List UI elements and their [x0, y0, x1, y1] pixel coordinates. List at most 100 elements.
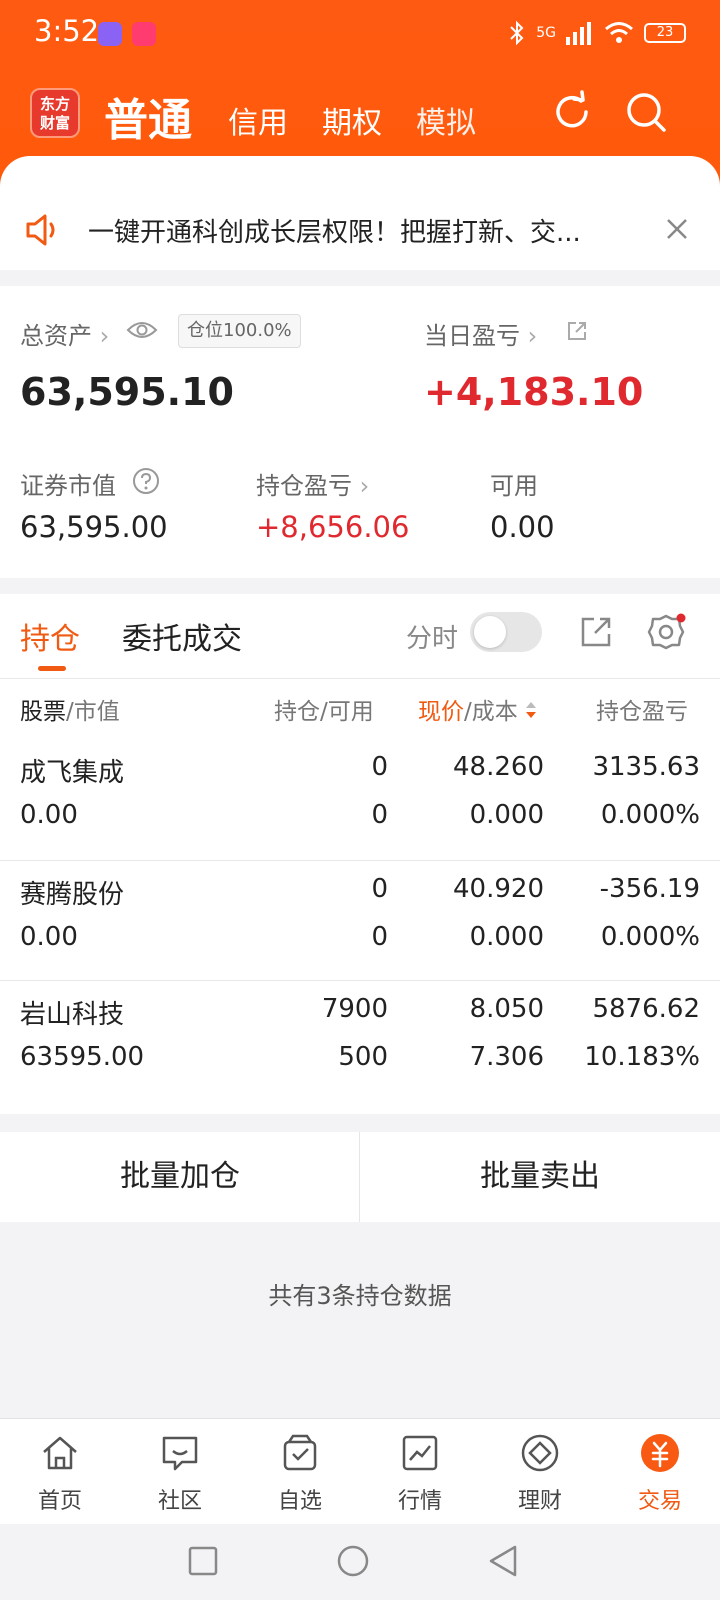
close-icon[interactable] [662, 214, 692, 244]
total-assets-link[interactable]: 总资产 › [20, 316, 109, 351]
wifi-icon [605, 22, 633, 43]
community-icon [162, 1436, 198, 1471]
daily-pl-link[interactable]: 当日盈亏 › [424, 316, 537, 351]
stock-market-value: 0.00 [20, 800, 78, 830]
nav-market[interactable]: 行情 [360, 1419, 480, 1525]
col-pl: 持仓盈亏 [596, 699, 688, 725]
market-value-label: 证券市值 [20, 472, 116, 500]
stock-cost: 7.306 [469, 1042, 544, 1072]
nav-watchlist[interactable]: 自选 [240, 1419, 360, 1525]
stock-available: 0 [371, 800, 388, 830]
eye-icon[interactable] [126, 318, 158, 342]
stock-name: 赛腾股份 [20, 880, 125, 910]
home-button-icon[interactable] [336, 1544, 370, 1578]
status-time: 3:52 [34, 14, 100, 48]
stock-price: 40.920 [453, 874, 544, 904]
help-icon[interactable] [132, 467, 160, 495]
divider [0, 678, 720, 679]
total-assets-value: 63,595.10 [20, 370, 234, 414]
nav-home[interactable]: 首页 [0, 1419, 120, 1525]
tab-options[interactable]: 期权 [322, 98, 382, 142]
settings-icon[interactable] [646, 612, 686, 652]
chevron-right-icon: › [352, 472, 370, 500]
bulk-add-button[interactable]: 批量加仓 [0, 1132, 360, 1222]
export-icon[interactable] [578, 614, 614, 650]
recent-apps-icon[interactable] [188, 1546, 218, 1576]
nav-community[interactable]: 社区 [120, 1419, 240, 1525]
stock-qty: 0 [371, 752, 388, 782]
watchlist-icon [283, 1434, 317, 1471]
col-qty: 持仓/可用 [274, 699, 374, 725]
bulk-actions: 批量加仓 批量卖出 [0, 1132, 720, 1222]
stock-cost: 0.000 [469, 800, 544, 830]
tab-orders[interactable]: 委托成交 [122, 614, 242, 658]
stock-price: 8.050 [469, 994, 544, 1024]
stock-market-value: 63595.00 [20, 1042, 145, 1072]
status-icons: 5G 23 [508, 20, 686, 46]
bottom-nav: 首页 社区 自选 行情 理财 交易 [0, 1418, 720, 1524]
asset-summary: 总资产 › 仓位100.0% 63,595.10 当日盈亏 › +4,183.1… [0, 286, 720, 578]
nav-trade[interactable]: 交易 [600, 1419, 720, 1525]
trade-icon [641, 1434, 679, 1472]
col-stock: 股票/市值 [20, 699, 120, 725]
stock-cost: 0.000 [469, 922, 544, 952]
bulk-sell-button[interactable]: 批量卖出 [360, 1132, 720, 1222]
stock-pl: 5876.62 [592, 994, 700, 1024]
stock-pl-pct: 0.000% [600, 800, 700, 830]
holding-pl-value: +8,656.06 [256, 510, 410, 544]
stock-qty: 7900 [321, 994, 388, 1024]
stock-available: 500 [338, 1042, 388, 1072]
tab-normal[interactable]: 普通 [104, 84, 192, 148]
refresh-icon[interactable] [550, 90, 594, 134]
tab-simulation[interactable]: 模拟 [416, 98, 476, 142]
chevron-right-icon: › [520, 322, 538, 350]
notice-text[interactable]: 一键开通科创成长层权限！把握打新、交... [88, 212, 581, 249]
market-icon [402, 1435, 438, 1471]
holding-row[interactable]: 成飞集成 0.00 0 0 48.260 0.000 3135.63 0.000… [0, 740, 720, 860]
stock-market-value: 0.00 [20, 922, 78, 952]
battery-icon: 23 [644, 23, 686, 43]
stock-pl-pct: 0.000% [600, 922, 700, 952]
daily-pl-value: +4,183.10 [424, 370, 644, 414]
network-label: 5G [536, 25, 556, 41]
stock-name: 成飞集成 [20, 758, 125, 788]
speaker-icon [26, 214, 55, 246]
account-type-tabs: 东方 财富 普通 信用 期权 模拟 [0, 80, 720, 146]
chevron-right-icon: › [92, 322, 110, 350]
stock-price: 48.260 [453, 752, 544, 782]
holdings-panel: 持仓 委托成交 分时 股票/市值 持仓/可用 现价/成本 持仓盈亏 成飞集成 0… [0, 594, 720, 1114]
stock-available: 0 [371, 922, 388, 952]
tab-positions[interactable]: 持仓 [20, 614, 80, 658]
position-ratio-badge: 仓位100.0% [178, 314, 301, 348]
stock-qty: 0 [371, 874, 388, 904]
stock-pl: -356.19 [599, 874, 700, 904]
stock-pl-pct: 10.183% [584, 1042, 700, 1072]
status-bar: 3:52 5G 23 [0, 0, 720, 66]
system-nav-bar [0, 1524, 720, 1600]
holding-row[interactable]: 赛腾股份 0.00 0 0 40.920 0.000 -356.19 0.000… [0, 860, 720, 980]
signal-icon [566, 22, 591, 45]
tab-credit[interactable]: 信用 [228, 98, 288, 142]
holding-row[interactable]: 岩山科技 63595.00 7900 500 8.050 7.306 5876.… [0, 980, 720, 1100]
app-header: 3:52 5G 23 东方 财富 普通 信用 期权 模拟 [0, 0, 720, 196]
nav-wealth[interactable]: 理财 [480, 1419, 600, 1525]
share-icon[interactable] [566, 320, 588, 342]
holding-pl-link[interactable]: 持仓盈亏 › [256, 466, 369, 501]
bluetooth-icon [510, 20, 524, 46]
notice-banner[interactable]: 一键开通科创成长层权限！把握打新、交... [0, 190, 720, 270]
back-icon[interactable] [488, 1544, 518, 1578]
shop-app-icon [132, 22, 156, 46]
col-price-sort[interactable]: 现价/成本 [418, 692, 537, 726]
market-value: 63,595.00 [20, 510, 168, 544]
available-label: 可用 [490, 472, 538, 500]
toggle-knob [474, 616, 506, 648]
search-icon[interactable] [624, 90, 668, 134]
active-tab-indicator [38, 666, 66, 671]
holdings-count: 共有3条持仓数据 [268, 1282, 452, 1310]
home-icon [43, 1436, 77, 1470]
stock-pl: 3135.63 [592, 752, 700, 782]
intraday-toggle[interactable] [470, 612, 542, 652]
wealth-icon [521, 1434, 559, 1472]
available-value: 0.00 [490, 510, 555, 544]
eastmoney-logo: 东方 财富 [30, 88, 80, 138]
